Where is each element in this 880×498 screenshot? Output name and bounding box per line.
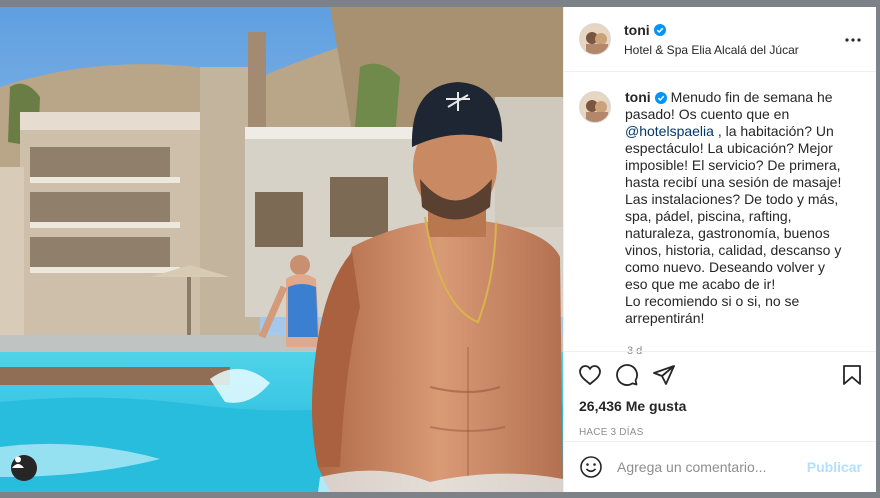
verified-badge-icon — [654, 91, 667, 104]
post-photo[interactable] — [0, 7, 563, 492]
username[interactable]: toni — [624, 22, 650, 38]
username-link[interactable]: toni — [624, 22, 666, 38]
bookmark-icon[interactable] — [840, 363, 864, 387]
add-comment-bar: Publicar — [564, 441, 876, 492]
caption-area: toni Menudo fin de semana he pasado! Os … — [564, 73, 876, 351]
user-tag-icon[interactable] — [11, 455, 37, 481]
avatar[interactable] — [579, 23, 611, 55]
post-side-panel: toni Hotel & Spa Elia Alcalá del Júcar t… — [563, 7, 876, 492]
ellipsis-icon[interactable] — [844, 30, 862, 48]
action-bar — [564, 352, 876, 398]
mention-link[interactable]: @hotelspaelia — [625, 123, 714, 139]
paper-plane-icon[interactable] — [652, 363, 676, 387]
comment-bubble-icon[interactable] — [615, 363, 639, 387]
caption-username-link[interactable]: toni — [625, 89, 667, 106]
caption-body-end: , la habitación? Un espectáculo! La ubic… — [625, 123, 842, 292]
post-date: HACE 3 DÍAS — [579, 427, 644, 438]
post-photo-image — [0, 7, 563, 492]
publish-button[interactable]: Publicar — [807, 459, 862, 475]
post-actions-area: 26,436 Me gusta HACE 3 DÍAS — [564, 351, 876, 438]
post-header: toni Hotel & Spa Elia Alcalá del Júcar — [564, 7, 876, 72]
heart-icon[interactable] — [578, 363, 602, 387]
post-header-names: toni Hotel & Spa Elia Alcalá del Júcar — [624, 22, 844, 57]
caption-text: toni Menudo fin de semana he pasado! Os … — [625, 89, 847, 351]
caption-line-2: Lo recomiendo si o si, no se arrepentirá… — [625, 293, 800, 326]
verified-badge-icon — [653, 23, 666, 36]
post-modal: toni Hotel & Spa Elia Alcalá del Júcar t… — [0, 7, 876, 492]
comment-input[interactable] — [617, 459, 807, 475]
likes-count[interactable]: 26,436 Me gusta — [564, 398, 876, 414]
smiley-icon[interactable] — [579, 455, 603, 479]
caption-username[interactable]: toni — [625, 89, 651, 106]
avatar[interactable] — [579, 91, 611, 123]
location-link[interactable]: Hotel & Spa Elia Alcalá del Júcar — [624, 43, 844, 57]
